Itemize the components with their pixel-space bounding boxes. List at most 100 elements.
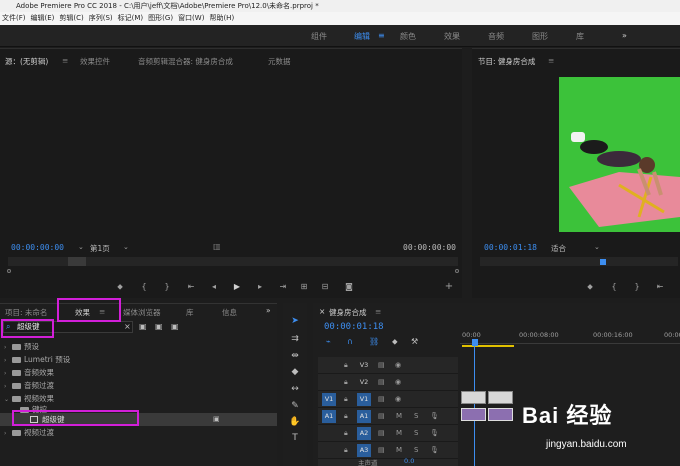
track-label[interactable]: A1 xyxy=(357,410,371,423)
timeline-timecode[interactable]: 00:00:01:18 xyxy=(324,322,384,332)
scroll-handle-left[interactable] xyxy=(7,269,11,273)
tab-libraries[interactable]: 库 xyxy=(186,307,194,318)
tab-media-browser[interactable]: 媒体浏览器 xyxy=(123,307,161,318)
play-icon[interactable]: ▶ xyxy=(232,282,242,292)
menu-clip[interactable]: 剪辑(C) xyxy=(59,12,83,25)
track-v2[interactable]: 🔒︎ V2 ▤ ◉ xyxy=(318,374,458,391)
yuv-effects-icon[interactable]: ▣ xyxy=(171,322,179,331)
tab-info[interactable]: 信息 xyxy=(222,307,237,318)
tab-menu-icon[interactable]: ≡ xyxy=(375,307,381,316)
scrub-zoom-handle[interactable] xyxy=(68,257,86,266)
track-a3[interactable]: 🔒︎ A3 ▤ M S 🎙︎ xyxy=(318,442,458,459)
playhead-icon[interactable] xyxy=(472,339,478,346)
tab-project[interactable]: 项目: 未命名 xyxy=(5,307,47,318)
mic-icon[interactable]: 🎙︎ xyxy=(430,444,439,457)
workspace-tab-libraries[interactable]: 库 xyxy=(576,31,584,42)
workspace-tab-assembly[interactable]: 组件 xyxy=(311,31,327,42)
fit-select[interactable]: 适合 xyxy=(551,243,566,254)
camera-icon[interactable]: ◙ xyxy=(344,282,354,292)
sync-lock-icon[interactable]: ▤ xyxy=(378,393,385,406)
insert-icon[interactable]: ⊞ xyxy=(299,282,309,292)
workspace-tab-editing[interactable]: 编辑 xyxy=(354,31,370,42)
video-clip[interactable] xyxy=(461,391,486,404)
add-marker-icon[interactable]: ⬥ xyxy=(115,282,125,292)
go-to-out-icon[interactable]: ⇥ xyxy=(278,282,288,292)
panel-overflow-icon[interactable]: » xyxy=(266,306,271,315)
track-a2[interactable]: 🔒︎ A2 ▤ M S 🎙︎ xyxy=(318,425,458,442)
lock-icon[interactable]: 🔒︎ xyxy=(344,376,348,389)
razor-tool-icon[interactable]: ◆ xyxy=(289,366,301,378)
overwrite-icon[interactable]: ⊟ xyxy=(320,282,330,292)
solo-button[interactable]: S xyxy=(414,444,418,457)
mic-icon[interactable]: 🎙︎ xyxy=(430,427,439,440)
sync-lock-icon[interactable]: ▤ xyxy=(378,376,385,389)
lock-icon[interactable]: 🔒︎ xyxy=(344,427,348,440)
work-area-bar[interactable] xyxy=(462,345,514,347)
close-icon[interactable]: × xyxy=(319,307,325,316)
mark-in-icon[interactable]: { xyxy=(609,282,619,292)
eye-icon[interactable]: ◉ xyxy=(395,359,401,372)
tab-metadata[interactable]: 元数据 xyxy=(268,56,291,67)
clear-search-icon[interactable]: × xyxy=(124,322,131,332)
tree-item-presets[interactable]: › 预设 xyxy=(0,340,277,353)
mark-out-icon[interactable]: } xyxy=(162,282,172,292)
tree-item-lumetri-presets[interactable]: › Lumetri 预设 xyxy=(0,353,277,366)
video-clip[interactable] xyxy=(488,391,513,404)
track-v1[interactable]: V1 🔒︎ V1 ▤ ◉ xyxy=(318,391,458,408)
go-to-in-icon[interactable]: ⇤ xyxy=(186,282,196,292)
source-scrub-bar[interactable] xyxy=(8,257,458,266)
solo-button[interactable]: S xyxy=(414,427,418,440)
tab-menu-icon[interactable]: ≡ xyxy=(548,56,554,65)
mute-button[interactable]: M xyxy=(396,410,402,423)
tree-item-video-transitions[interactable]: › 视频过渡 xyxy=(0,426,277,439)
track-select-tool-icon[interactable]: ⇉ xyxy=(289,333,301,345)
menu-sequence[interactable]: 序列(S) xyxy=(89,12,113,25)
wrench-icon[interactable]: ⚒ xyxy=(411,337,418,346)
chevron-down-icon[interactable]: ⌄ xyxy=(594,243,600,251)
snap-icon[interactable]: ∩ xyxy=(347,337,353,346)
track-label[interactable]: A3 xyxy=(357,444,371,457)
menu-graphics[interactable]: 图形(G) xyxy=(148,12,173,25)
track-v3[interactable]: 🔒︎ V3 ▤ ◉ xyxy=(318,357,458,374)
step-forward-icon[interactable]: ▸ xyxy=(255,282,265,292)
source-patch-a1[interactable]: A1 xyxy=(322,410,336,423)
eye-icon[interactable]: ◉ xyxy=(395,393,401,406)
sync-lock-icon[interactable]: ▤ xyxy=(378,359,385,372)
tab-menu-icon[interactable]: ≡ xyxy=(62,56,68,65)
accelerated-effects-icon[interactable]: ▣ xyxy=(139,322,147,331)
sync-lock-icon[interactable]: ▤ xyxy=(378,444,385,457)
ripple-edit-tool-icon[interactable]: ⇹ xyxy=(289,350,301,362)
add-button-icon[interactable]: + xyxy=(444,282,454,292)
mark-in-icon[interactable]: { xyxy=(139,282,149,292)
tab-effect-controls[interactable]: 效果控件 xyxy=(80,56,110,67)
program-timecode[interactable]: 00:00:01:18 xyxy=(484,243,537,252)
source-patch-v1[interactable]: V1 xyxy=(322,393,336,406)
menu-marker[interactable]: 标记(M) xyxy=(118,12,144,25)
tab-program[interactable]: 节目: 健身房合成 xyxy=(478,56,535,67)
menu-help[interactable]: 帮助(H) xyxy=(209,12,234,25)
audio-clip[interactable] xyxy=(488,408,513,421)
add-marker-icon[interactable]: ⬥ xyxy=(585,282,595,292)
selection-tool-icon[interactable]: ➤ xyxy=(289,315,301,327)
hand-tool-icon[interactable]: ✋ xyxy=(289,416,301,428)
track-master[interactable]: 主声道 0.0 xyxy=(318,457,458,466)
chevron-down-icon[interactable]: ⌄ xyxy=(123,243,129,251)
mute-button[interactable]: M xyxy=(396,444,402,457)
sync-lock-icon[interactable]: ▤ xyxy=(378,427,385,440)
menu-file[interactable]: 文件(F) xyxy=(2,12,26,25)
eye-icon[interactable]: ◉ xyxy=(395,376,401,389)
program-scrub-bar[interactable] xyxy=(480,257,678,266)
workspace-overflow-button[interactable]: » xyxy=(622,31,627,40)
solo-button[interactable]: S xyxy=(414,410,418,423)
step-back-icon[interactable]: ◂ xyxy=(209,282,219,292)
workspace-menu-icon[interactable]: ≡ xyxy=(378,31,385,40)
source-timecode[interactable]: 00:00:00:00 xyxy=(11,243,64,252)
workspace-tab-effects[interactable]: 效果 xyxy=(444,31,460,42)
type-tool-icon[interactable]: T xyxy=(289,432,301,444)
workspace-tab-audio[interactable]: 音频 xyxy=(488,31,504,42)
tree-item-audio-effects[interactable]: › 音频效果 xyxy=(0,366,277,379)
mark-out-icon[interactable]: } xyxy=(632,282,642,292)
track-a1[interactable]: A1 🔒︎ A1 ▤ M S 🎙︎ xyxy=(318,408,458,425)
scroll-handle-right[interactable] xyxy=(455,269,459,273)
menu-window[interactable]: 窗口(W) xyxy=(178,12,204,25)
